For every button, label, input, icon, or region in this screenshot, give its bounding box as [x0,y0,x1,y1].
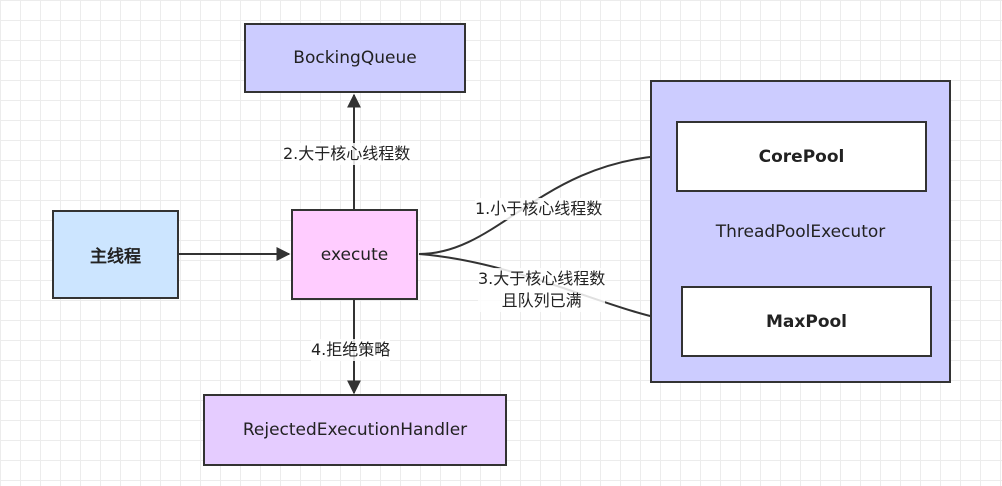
core-pool-label: CorePool [758,146,845,167]
execute-node: execute [291,209,418,300]
thread-pool-executor-label: ThreadPoolExecutor [715,221,886,242]
blocking-queue-node: BockingQueue [244,23,466,93]
max-pool-node: MaxPool [681,286,932,357]
core-pool-node: CorePool [676,121,927,192]
edge-label-greater-and-full-line2: 且队列已满 [501,291,582,310]
execute-label: execute [320,244,389,265]
edge-label-less-than-core: 1.小于核心线程数 [475,198,603,220]
edge-label-greater-and-full: 3.大于核心线程数 且队列已满 [478,268,606,312]
max-pool-label: MaxPool [766,311,847,332]
rejected-handler-label: RejectedExecutionHandler [242,420,468,440]
edge-label-greater-than-core: 2.大于核心线程数 [283,143,411,165]
edge-label-greater-and-full-line1: 3.大于核心线程数 [478,269,606,288]
edge-label-reject-policy: 4.拒绝策略 [311,339,391,361]
blocking-queue-label: BockingQueue [293,48,417,68]
main-thread-node: 主线程 [52,210,179,299]
main-thread-label: 主线程 [90,247,141,267]
rejected-handler-node: RejectedExecutionHandler [203,394,507,466]
